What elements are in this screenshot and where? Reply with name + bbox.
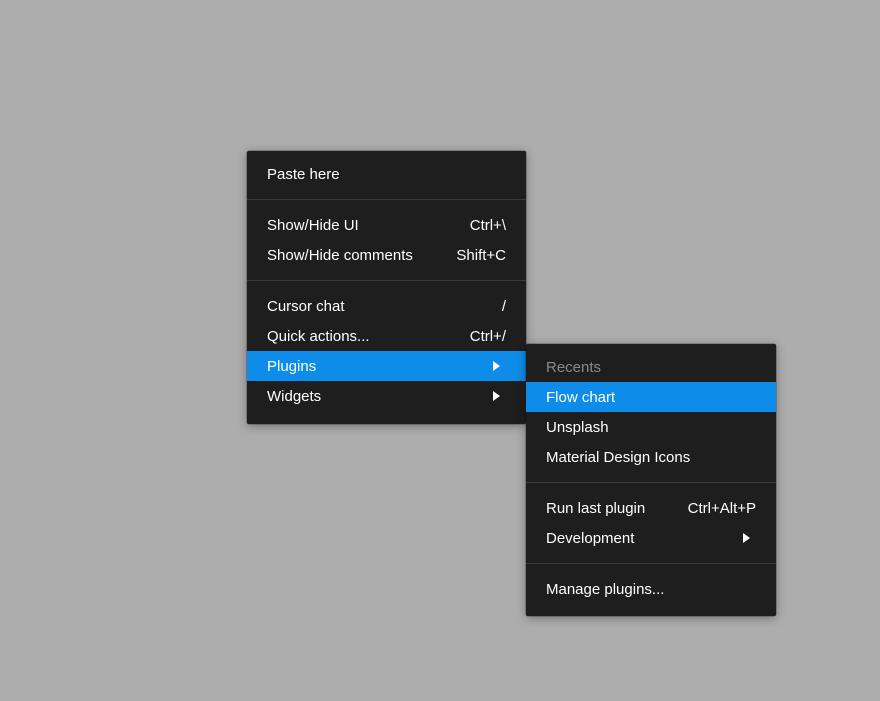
menu-item-label: Quick actions... bbox=[267, 327, 370, 345]
menu-divider bbox=[526, 482, 776, 483]
plugins-submenu: Recents Flow chart Unsplash Material Des… bbox=[526, 344, 776, 616]
canvas-context-menu: Paste here Show/Hide UI Ctrl+\ Show/Hide… bbox=[247, 151, 526, 424]
menu-item-run-last-plugin[interactable]: Run last plugin Ctrl+Alt+P bbox=[526, 493, 776, 523]
menu-item-cursor-chat[interactable]: Cursor chat / bbox=[247, 291, 526, 321]
menu-item-widgets[interactable]: Widgets bbox=[247, 381, 526, 411]
menu-item-show-hide-comments[interactable]: Show/Hide comments Shift+C bbox=[247, 240, 526, 270]
menu-item-paste-here[interactable]: Paste here bbox=[247, 159, 526, 189]
menu-item-material-design-icons[interactable]: Material Design Icons bbox=[526, 442, 776, 472]
menu-item-quick-actions[interactable]: Quick actions... Ctrl+/ bbox=[247, 321, 526, 351]
menu-item-plugins[interactable]: Plugins bbox=[247, 351, 526, 381]
submenu-arrow-icon bbox=[493, 391, 500, 401]
submenu-arrow-icon bbox=[493, 361, 500, 371]
menu-item-label: Development bbox=[546, 529, 635, 547]
submenu-header-recents: Recents bbox=[526, 352, 776, 382]
menu-item-shortcut: Ctrl+/ bbox=[469, 327, 506, 345]
menu-item-label: Material Design Icons bbox=[546, 448, 691, 466]
menu-item-label: Plugins bbox=[267, 357, 317, 375]
menu-divider bbox=[526, 563, 776, 564]
menu-item-shortcut: Ctrl+Alt+P bbox=[687, 499, 756, 517]
menu-item-label: Unsplash bbox=[546, 418, 609, 436]
menu-item-label: Paste here bbox=[267, 165, 340, 183]
menu-item-shortcut: Ctrl+\ bbox=[469, 216, 506, 234]
menu-item-shortcut: Shift+C bbox=[456, 246, 506, 264]
menu-item-label: Show/Hide comments bbox=[267, 246, 413, 264]
menu-item-development[interactable]: Development bbox=[526, 523, 776, 553]
menu-item-manage-plugins[interactable]: Manage plugins... bbox=[526, 574, 776, 604]
menu-item-label: Cursor chat bbox=[267, 297, 345, 315]
submenu-arrow-icon bbox=[743, 533, 750, 543]
menu-item-label: Flow chart bbox=[546, 388, 616, 406]
menu-item-show-hide-ui[interactable]: Show/Hide UI Ctrl+\ bbox=[247, 210, 526, 240]
menu-item-label: Show/Hide UI bbox=[267, 216, 359, 234]
menu-item-unsplash[interactable]: Unsplash bbox=[526, 412, 776, 442]
menu-item-shortcut: / bbox=[501, 297, 506, 315]
menu-item-flow-chart[interactable]: Flow chart bbox=[526, 382, 776, 412]
menu-item-label: Widgets bbox=[267, 387, 322, 405]
menu-divider bbox=[247, 280, 526, 281]
menu-item-label: Manage plugins... bbox=[546, 580, 665, 598]
menu-divider bbox=[247, 199, 526, 200]
submenu-header-label: Recents bbox=[546, 358, 602, 376]
menu-item-label: Run last plugin bbox=[546, 499, 646, 517]
